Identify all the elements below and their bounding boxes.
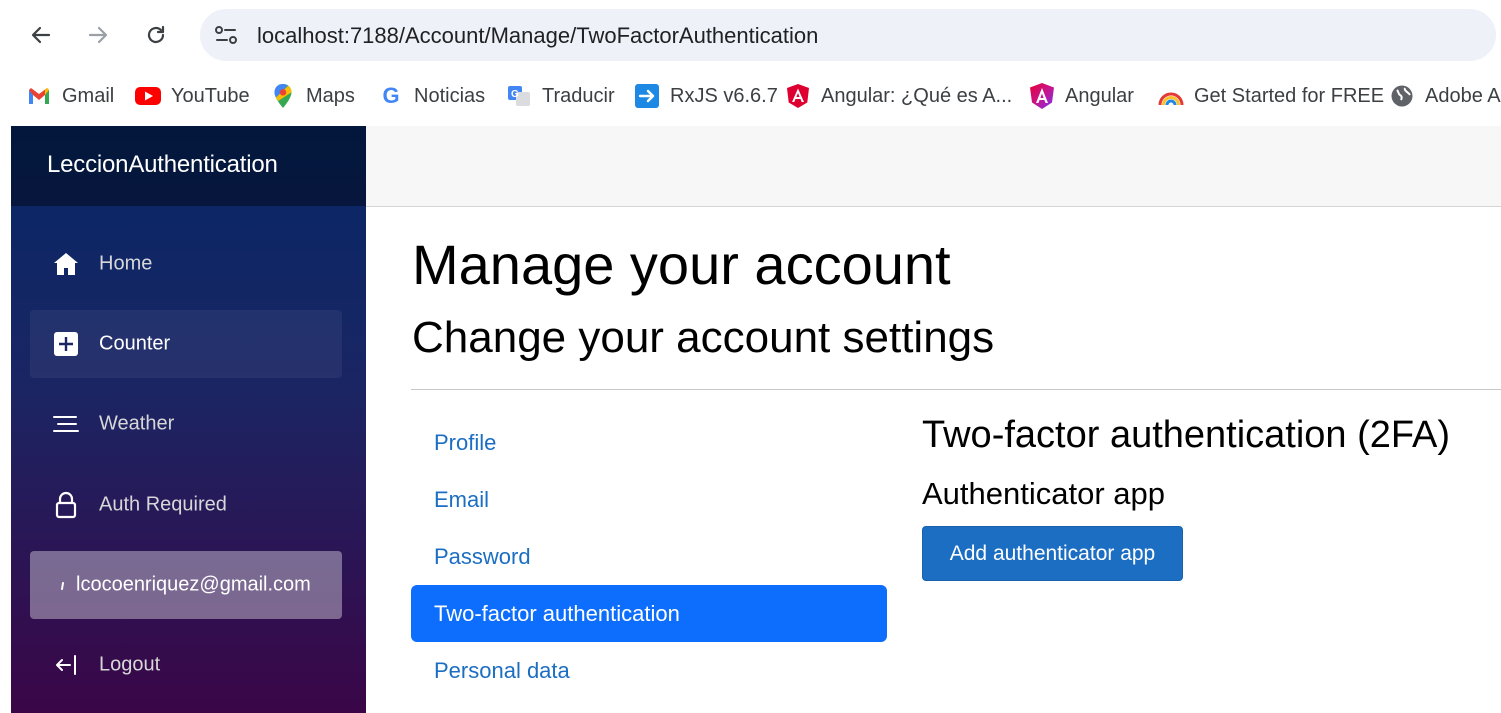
manage-nav: Profile Email Password Two-factor authen… — [411, 414, 887, 699]
bookmarks-bar: Gmail YouTube Maps G Noticias G Traducir… — [0, 68, 1501, 124]
site-settings-icon[interactable] — [210, 19, 242, 51]
sidebar-item-label: Weather — [99, 412, 175, 435]
logout-arrow-icon — [52, 651, 80, 679]
lock-icon — [52, 491, 80, 519]
sidebar-item-counter[interactable]: Counter — [30, 310, 342, 378]
arrow-right-icon — [634, 83, 660, 109]
bookmark-angular[interactable]: Angular — [1029, 81, 1134, 111]
arrow-right-icon — [88, 26, 108, 44]
sidebar-item-label: lcocoenriquez@gmail.com — [76, 573, 311, 596]
bookmark-label: Gmail — [62, 84, 115, 107]
sidebar-item-label: Logout — [99, 653, 161, 676]
app-brand[interactable]: LeccionAuthentication — [47, 151, 278, 179]
sidebar-item-label: Home — [99, 252, 153, 275]
sidebar-item-weather[interactable]: Weather — [30, 390, 342, 458]
back-button[interactable] — [23, 17, 59, 53]
translate-icon: G — [506, 83, 532, 109]
bookmark-traducir[interactable]: G Traducir — [506, 81, 615, 111]
add-authenticator-app-button[interactable]: Add authenticator app — [922, 526, 1183, 581]
bookmark-angular-que-es[interactable]: Angular: ¿Qué es A... — [785, 81, 1012, 111]
url-text[interactable]: localhost:7188/Account/Manage/TwoFactorA… — [257, 23, 818, 49]
sidebar-header: LeccionAuthentication — [11, 126, 366, 206]
home-icon — [52, 250, 80, 278]
angular-gradient-icon — [1029, 83, 1055, 109]
bookmark-label: Angular — [1065, 84, 1134, 107]
bookmark-noticias[interactable]: G Noticias — [378, 81, 485, 111]
manage-nav-email[interactable]: Email — [411, 471, 887, 528]
bookmark-label: Noticias — [414, 84, 486, 107]
bookmark-youtube[interactable]: YouTube — [135, 81, 250, 111]
bookmark-label: Angular: ¿Qué es A... — [821, 84, 1013, 107]
sidebar-item-home[interactable]: Home — [30, 230, 342, 298]
bookmark-maps[interactable]: Maps — [270, 81, 355, 111]
manage-nav-two-factor[interactable]: Two-factor authentication — [411, 585, 887, 642]
rainbow-icon — [1158, 83, 1184, 109]
manage-nav-profile[interactable]: Profile — [411, 414, 887, 471]
section-title: Two-factor authentication (2FA) — [922, 414, 1451, 456]
youtube-icon — [135, 83, 161, 109]
angular-shield-icon — [785, 83, 811, 109]
google-g-icon: G — [382, 83, 400, 108]
person-icon — [50, 571, 78, 599]
bookmark-label: Traducir — [542, 84, 615, 107]
bookmark-label: RxJS v6.6.7 — [670, 84, 778, 107]
bookmark-adobe[interactable]: Adobe A — [1389, 81, 1501, 111]
bookmark-label: Get Started for FREE — [1194, 84, 1385, 107]
address-bar[interactable]: localhost:7188/Account/Manage/TwoFactorA… — [200, 9, 1496, 61]
manage-nav-password[interactable]: Password — [411, 528, 887, 585]
forward-button[interactable] — [80, 17, 116, 53]
bookmark-get-started[interactable]: Get Started for FREE — [1158, 81, 1384, 111]
sidebar-item-user-account[interactable]: lcocoenriquez@gmail.com — [30, 551, 342, 619]
bookmark-label: Adobe A — [1425, 84, 1501, 107]
manage-nav-personal-data[interactable]: Personal data — [411, 642, 887, 699]
svg-text:G: G — [511, 89, 519, 100]
gmail-icon — [26, 83, 52, 109]
list-lines-icon — [52, 410, 80, 438]
sidebar-item-logout[interactable]: Logout — [30, 631, 342, 699]
arrow-left-icon — [31, 26, 51, 44]
page-title: Manage your account — [412, 233, 951, 296]
app-sidebar: LeccionAuthentication Home Counter Weath… — [11, 126, 366, 713]
browser-toolbar: localhost:7188/Account/Manage/TwoFactorA… — [0, 0, 1501, 68]
reload-button[interactable] — [138, 17, 174, 53]
sidebar-item-label: Auth Required — [99, 493, 227, 516]
globe-icon — [1389, 83, 1415, 109]
top-row — [366, 126, 1501, 207]
bookmark-gmail[interactable]: Gmail — [26, 81, 114, 111]
sidebar-item-auth-required[interactable]: Auth Required — [30, 471, 342, 539]
maps-pin-icon — [270, 83, 296, 109]
section-subtitle: Authenticator app — [922, 476, 1166, 511]
plus-square-icon — [52, 330, 80, 358]
sidebar-item-label: Counter — [99, 332, 171, 355]
divider — [411, 389, 1501, 390]
bookmark-label: YouTube — [171, 84, 250, 107]
bookmark-label: Maps — [306, 84, 355, 107]
page-subtitle: Change your account settings — [412, 313, 995, 362]
reload-icon — [147, 25, 165, 44]
bookmark-rxjs[interactable]: RxJS v6.6.7 — [634, 81, 778, 111]
